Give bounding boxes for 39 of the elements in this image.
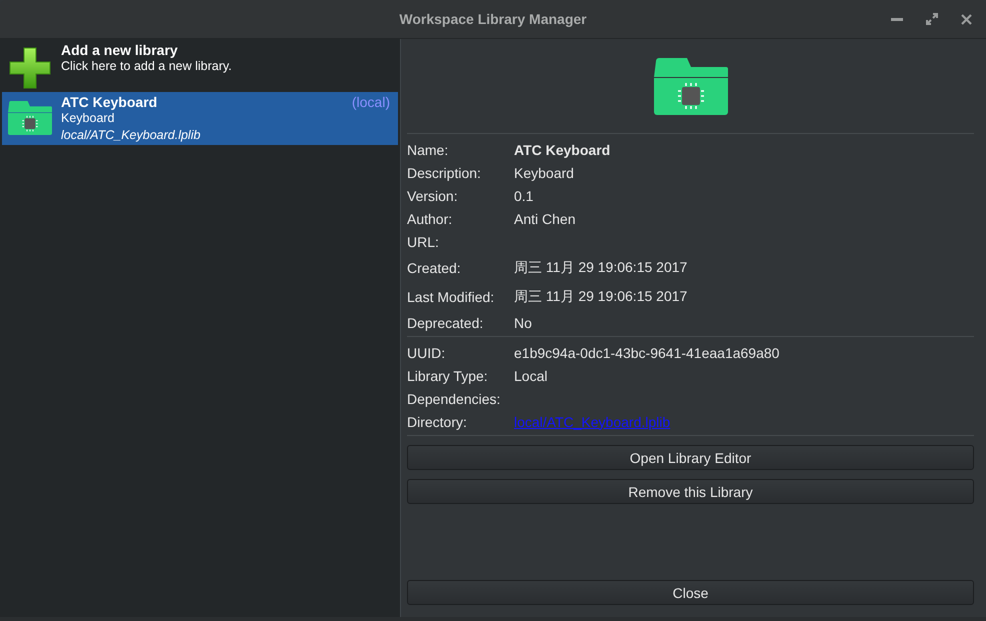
field-value: No — [514, 314, 532, 330]
field-value: Anti Chen — [514, 210, 576, 226]
field-value: Keyboard — [514, 164, 574, 180]
field-value: 周三 11月 29 19:06:15 2017 — [514, 258, 688, 276]
field-label: Library Type: — [407, 368, 489, 384]
field-label: URL: — [407, 234, 440, 250]
field-label: UUID: — [407, 344, 446, 360]
close-button[interactable]: Close — [407, 580, 974, 605]
field-value: 周三 11月 29 19:06:15 2017 — [514, 288, 688, 306]
window-title: Workspace Library Manager — [399, 11, 587, 27]
field-label: Author: — [407, 210, 454, 226]
library-path: local/ATC_Keyboard.lplib — [61, 127, 202, 144]
field-label: Created: — [407, 260, 462, 276]
field-value: e1b9c94a-0dc1-43bc-9641-41eaa1a69a80 — [514, 344, 780, 360]
plus-icon — [8, 46, 52, 90]
field-label: Description: — [407, 164, 482, 180]
folder-chip-icon — [654, 58, 728, 115]
library-description: Keyboard — [61, 110, 116, 127]
field-label: Last Modified: — [407, 288, 496, 304]
field-label: Directory: — [407, 414, 468, 430]
field-value: ATC Keyboard — [514, 142, 610, 158]
library-title: Add a new library — [61, 42, 178, 58]
action-button[interactable]: Open Library Editor — [407, 445, 974, 470]
library-item[interactable]: Add a new library Click here to add a new library. — [2, 40, 398, 92]
field-value: 0.1 — [514, 188, 534, 204]
field-value: Local — [514, 368, 548, 384]
field-label: Deprecated: — [407, 314, 484, 330]
field-label: Version: — [407, 188, 459, 204]
action-button[interactable]: Remove this Library — [407, 479, 974, 504]
field-label: Name: — [407, 142, 450, 158]
library-hint: Click here to add a new library. — [61, 58, 233, 75]
close-icon[interactable] — [961, 14, 972, 24]
library-item[interactable]: ATC Keyboard (local) Keyboard local/ATC_Keyboard.lplib — [2, 92, 398, 145]
maximize-icon[interactable] — [926, 13, 938, 25]
folder-chip-icon — [8, 101, 52, 135]
field-label: Dependencies: — [407, 390, 502, 406]
minimize-icon[interactable] — [891, 18, 903, 20]
library-title: ATC Keyboard — [61, 94, 158, 110]
library-tag: (local) — [352, 94, 390, 110]
